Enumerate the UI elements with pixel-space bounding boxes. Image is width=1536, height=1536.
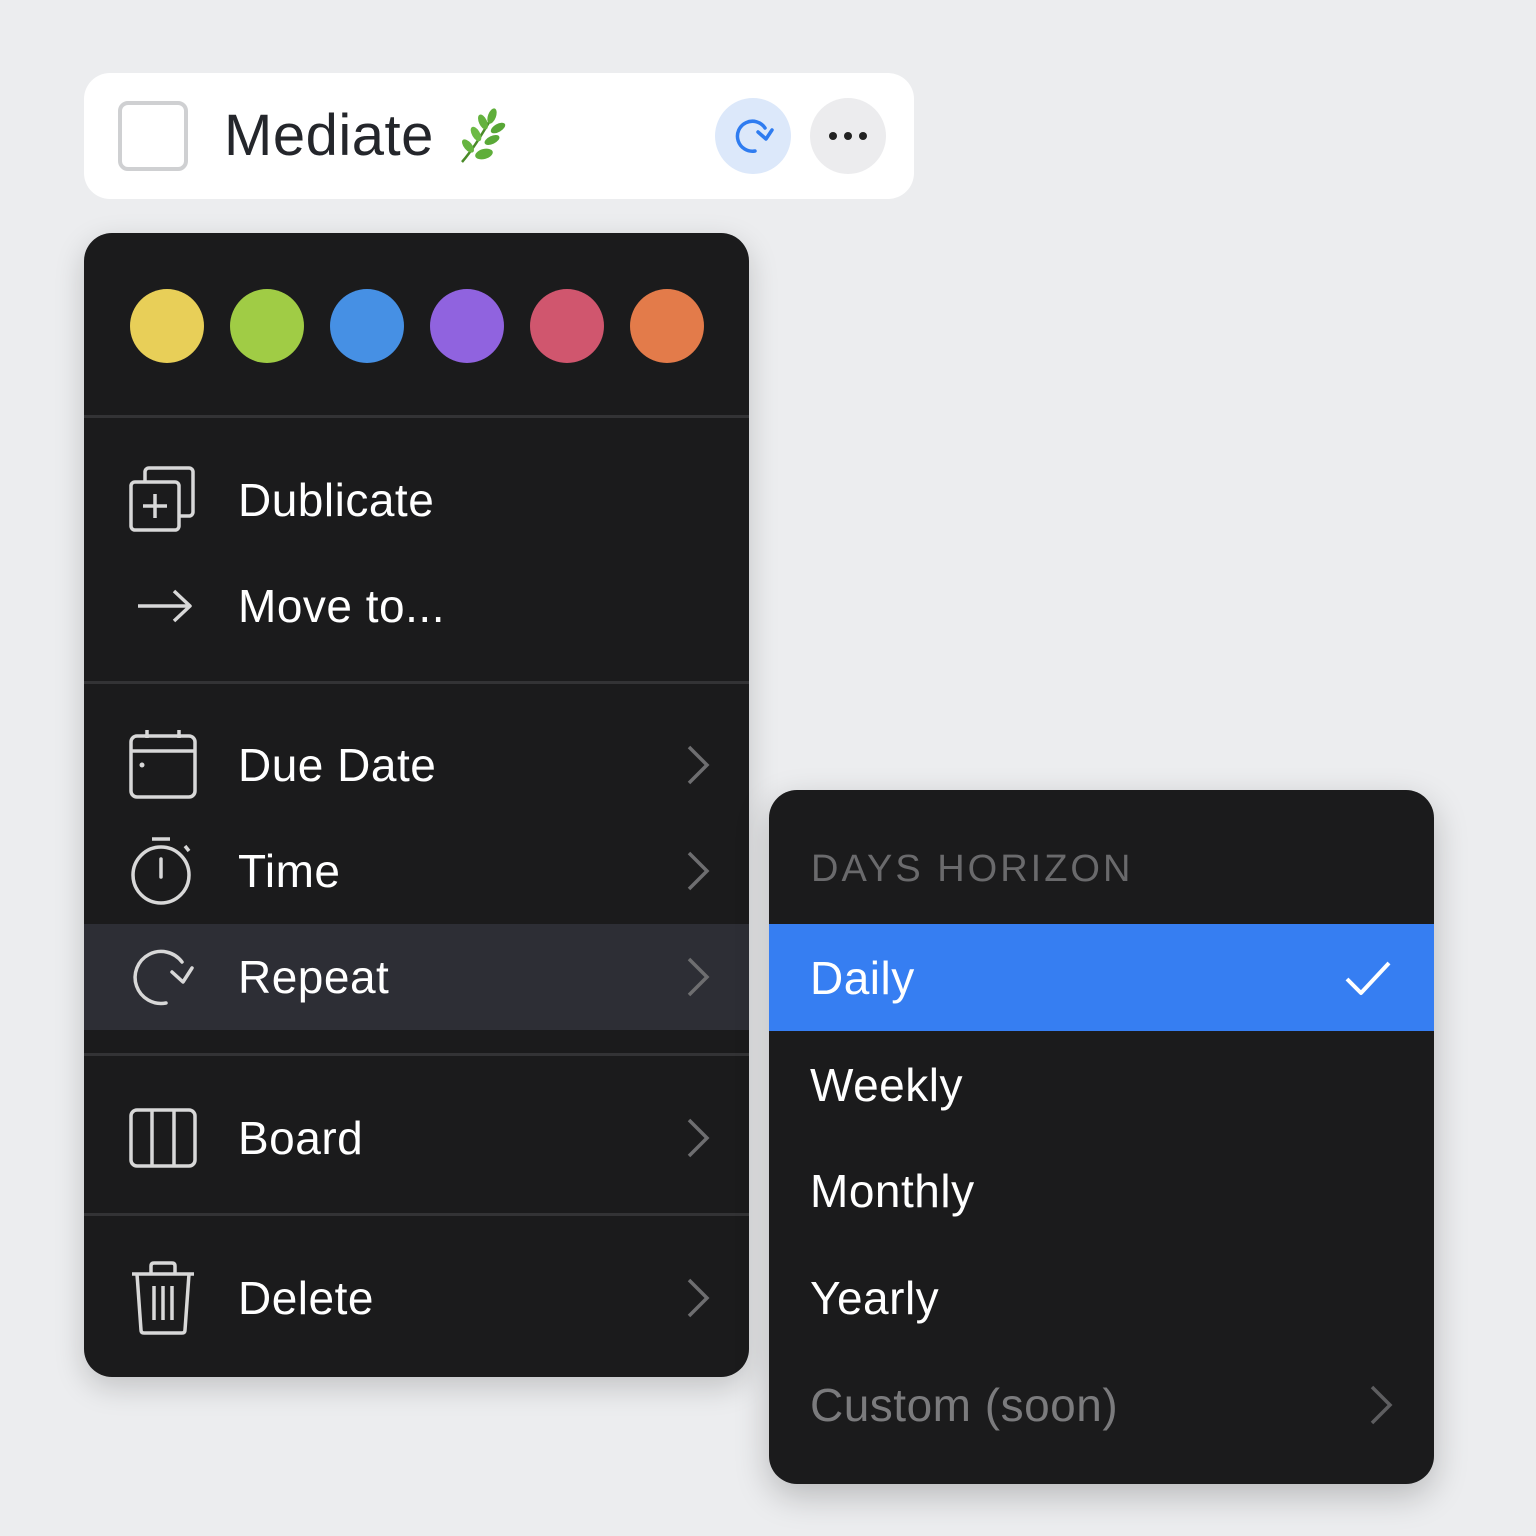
divider xyxy=(84,681,749,684)
submenu-item-monthly[interactable]: Monthly xyxy=(769,1137,1434,1244)
submenu-item-weekly[interactable]: Weekly xyxy=(769,1031,1434,1138)
board-columns-icon xyxy=(128,1103,198,1173)
submenu-item-label: Yearly xyxy=(810,1271,940,1324)
color-swatch-red[interactable] xyxy=(530,289,604,363)
color-swatch-orange[interactable] xyxy=(630,289,704,363)
repeat-icon xyxy=(128,942,198,1012)
menu-item-move-to[interactable]: Move to... xyxy=(84,553,749,659)
chevron-right-icon xyxy=(687,1118,710,1158)
divider xyxy=(84,1213,749,1216)
menu-item-label: Time xyxy=(238,845,341,897)
task-card: Mediate xyxy=(84,73,914,199)
menu-item-label: Dublicate xyxy=(238,474,435,526)
chevron-right-icon xyxy=(687,851,710,891)
more-options-button[interactable] xyxy=(810,98,886,174)
more-horizontal-icon xyxy=(829,132,867,140)
submenu-item-label: Weekly xyxy=(810,1058,963,1111)
chevron-right-icon xyxy=(687,745,710,785)
menu-item-duplicate[interactable]: Dublicate xyxy=(84,447,749,553)
repeat-submenu: DAYS HORIZON Daily Weekly Monthly Yearly… xyxy=(769,790,1434,1484)
herb-icon xyxy=(460,108,506,163)
submenu-item-daily[interactable]: Daily xyxy=(769,924,1434,1031)
chevron-right-icon xyxy=(687,1278,710,1318)
divider xyxy=(84,415,749,418)
menu-item-time[interactable]: Time xyxy=(84,818,749,924)
submenu-item-label: Daily xyxy=(810,951,915,1004)
menu-item-label: Repeat xyxy=(238,951,390,1003)
color-swatch-blue[interactable] xyxy=(330,289,404,363)
task-title: Mediate xyxy=(224,103,434,168)
repeat-icon xyxy=(735,119,774,153)
menu-item-label: Delete xyxy=(238,1272,374,1324)
repeat-button[interactable] xyxy=(715,98,791,174)
color-swatch-purple[interactable] xyxy=(430,289,504,363)
submenu-item-label: Custom (soon) xyxy=(810,1378,1119,1431)
stopwatch-icon xyxy=(128,836,198,906)
duplicate-icon xyxy=(128,465,198,535)
arrow-right-icon xyxy=(128,571,198,641)
menu-item-repeat[interactable]: Repeat xyxy=(84,924,749,1030)
color-swatch-yellow[interactable] xyxy=(130,289,204,363)
menu-item-board[interactable]: Board xyxy=(84,1085,749,1191)
trash-icon xyxy=(128,1261,198,1335)
color-swatches xyxy=(130,289,704,363)
submenu-item-yearly[interactable]: Yearly xyxy=(769,1244,1434,1351)
menu-item-label: Move to... xyxy=(238,580,445,632)
submenu-item-label: Monthly xyxy=(810,1164,975,1217)
menu-item-label: Due Date xyxy=(238,739,437,791)
chevron-right-icon xyxy=(1370,1385,1393,1424)
submenu-item-custom: Custom (soon) xyxy=(769,1351,1434,1458)
calendar-icon xyxy=(128,730,198,800)
context-menu: Dublicate Move to... Due Date Time Repea… xyxy=(84,233,749,1377)
task-title-row[interactable]: Mediate xyxy=(224,103,508,169)
menu-item-delete[interactable]: Delete xyxy=(84,1245,749,1351)
task-checkbox[interactable] xyxy=(118,101,188,171)
menu-item-due-date[interactable]: Due Date xyxy=(84,712,749,818)
chevron-right-icon xyxy=(687,957,710,997)
submenu-header: DAYS HORIZON xyxy=(811,848,1134,890)
divider xyxy=(84,1053,749,1056)
checkmark-icon xyxy=(1345,961,1391,995)
menu-item-label: Board xyxy=(238,1112,364,1164)
color-swatch-green[interactable] xyxy=(230,289,304,363)
